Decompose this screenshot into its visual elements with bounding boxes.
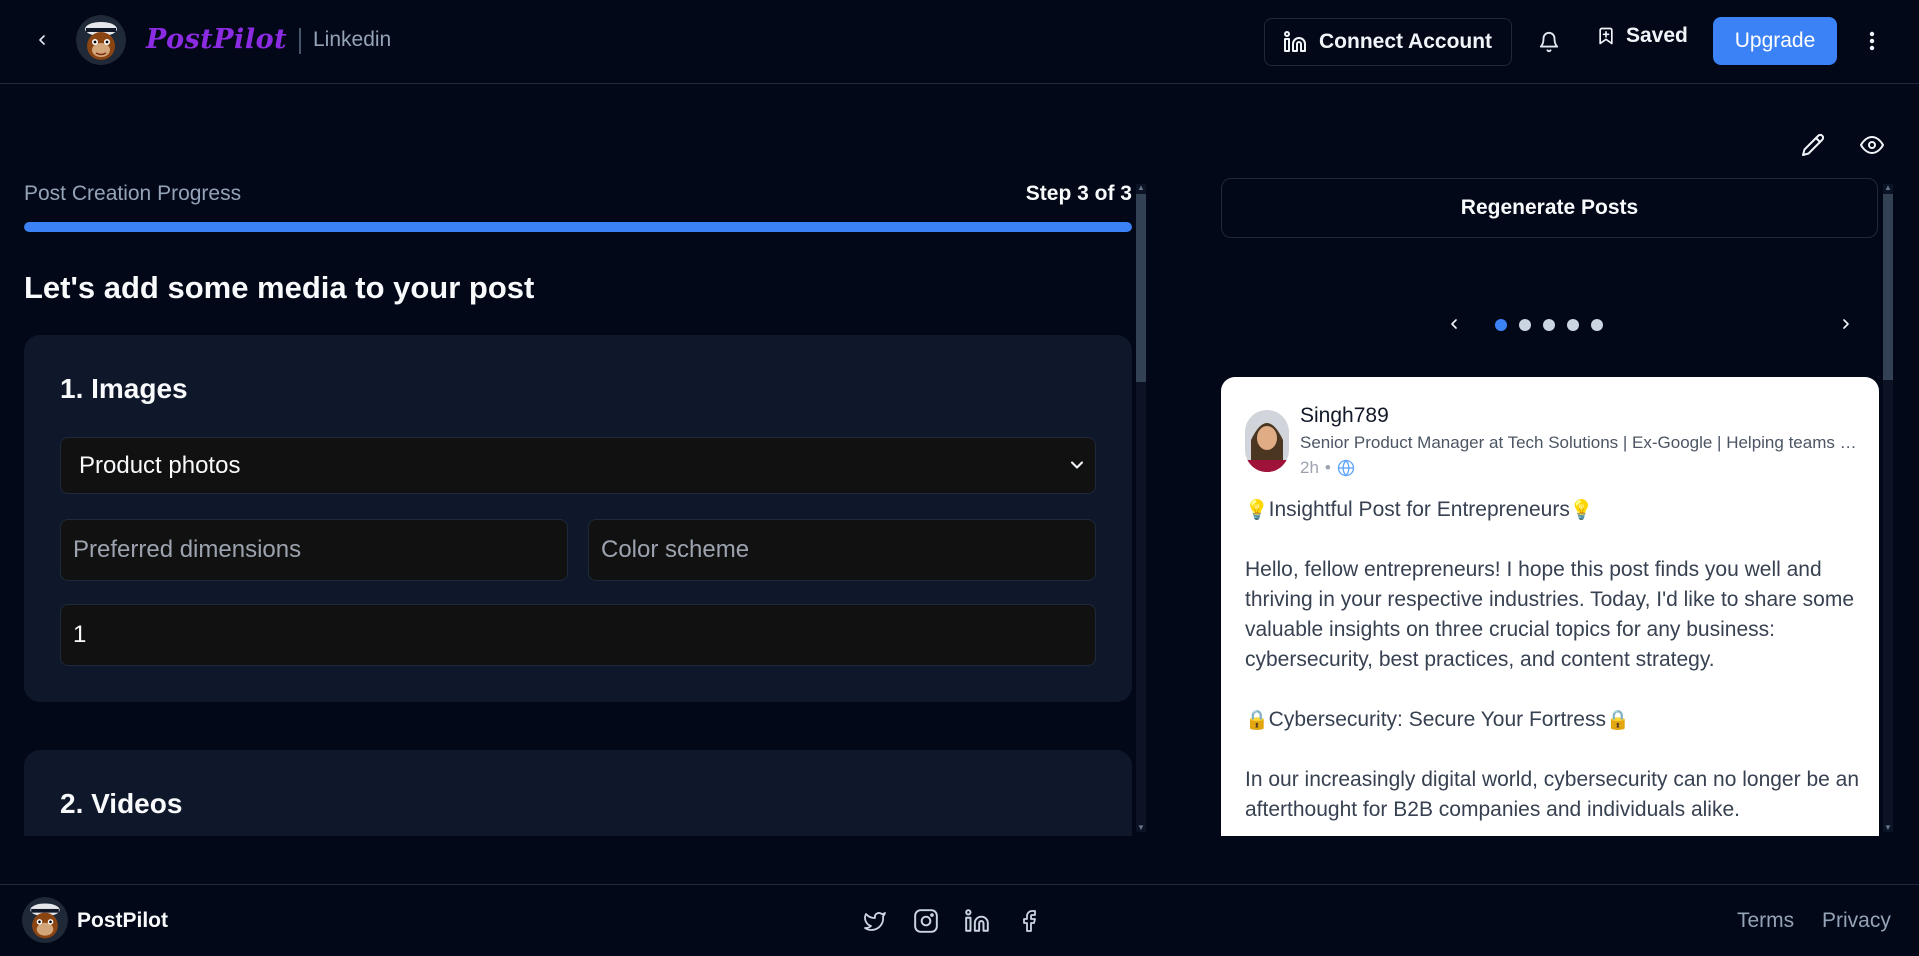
post-body: 💡Insightful Post for Entrepreneurs💡 Hell… [1245, 495, 1860, 836]
carousel-dot[interactable] [1519, 319, 1531, 331]
upgrade-button[interactable]: Upgrade [1713, 17, 1837, 65]
saved-button[interactable]: Saved [1596, 24, 1688, 48]
regenerate-posts-button[interactable]: Regenerate Posts [1221, 178, 1878, 238]
image-type-value: Product photos [79, 451, 241, 479]
connect-account-button[interactable]: Connect Account [1264, 18, 1512, 66]
privacy-link[interactable]: Privacy [1822, 909, 1891, 933]
globe-icon [1337, 459, 1355, 477]
carousel-dots [1495, 319, 1603, 331]
preview-button[interactable] [1857, 130, 1887, 160]
brand-divider [299, 28, 301, 54]
author-name: Singh789 [1300, 404, 1389, 427]
scroll-down-arrow[interactable]: ▼ [1883, 824, 1893, 832]
linkedin-icon [965, 909, 989, 932]
right-scrollbar[interactable]: ▲ ▼ [1883, 184, 1893, 832]
page-title: Let's add some media to your post [24, 270, 535, 305]
preferred-dimensions-input[interactable] [60, 519, 568, 581]
post-section-text: In our increasingly digital world, cyber… [1245, 768, 1859, 821]
lock-icon: 🔒 [1605, 709, 1630, 731]
back-button[interactable] [30, 28, 54, 52]
brand-name: PostPilot [146, 24, 288, 55]
more-vertical-icon [1869, 31, 1875, 51]
instagram-icon [914, 909, 938, 933]
post-title-line: 💡Insightful Post for Entrepreneurs💡 [1245, 495, 1860, 525]
carousel-dot[interactable] [1591, 319, 1603, 331]
post-intro: Hello, fellow entrepreneurs! I hope this… [1245, 558, 1855, 671]
footer: PostPilot Terms Privacy [0, 884, 1919, 956]
twitter-link[interactable] [861, 907, 889, 935]
more-options-button[interactable] [1860, 25, 1884, 57]
app-logo[interactable] [76, 15, 126, 65]
carousel-next-button[interactable] [1836, 314, 1856, 334]
edit-button[interactable] [1798, 130, 1828, 160]
left-scrollbar[interactable]: ▲ ▼ [1136, 184, 1146, 832]
color-scheme-input[interactable] [588, 519, 1096, 581]
author-headline: Senior Product Manager at Tech Solutions… [1300, 433, 1860, 452]
bookmark-plus-icon [1599, 27, 1613, 45]
right-scroll-thumb[interactable] [1883, 194, 1893, 380]
linkedin-icon [1284, 31, 1306, 52]
chevron-right-icon [1843, 319, 1849, 329]
bell-icon [1539, 32, 1559, 53]
post-section-title-text: Cybersecurity: Secure Your Fortress [1268, 708, 1606, 731]
linkedin-link[interactable] [963, 907, 991, 935]
meta-separator: • [1324, 458, 1331, 477]
carousel-dot[interactable] [1495, 319, 1507, 331]
chevron-down-icon [1070, 461, 1084, 469]
carousel-prev-button[interactable] [1444, 314, 1464, 334]
top-header: PostPilot Linkedin Connect Account Saved… [0, 0, 1919, 84]
post-section-title: 🔒Cybersecurity: Secure Your Fortress🔒 [1245, 705, 1860, 735]
facebook-icon [1023, 910, 1036, 932]
left-scroll-thumb[interactable] [1136, 194, 1146, 382]
progress-bar-fill [24, 222, 1132, 232]
scroll-down-arrow[interactable]: ▼ [1136, 824, 1146, 832]
images-heading: 1. Images [60, 373, 188, 404]
images-card: 1. Images Product photos [24, 335, 1132, 702]
videos-heading: 2. Videos [60, 788, 183, 819]
notifications-button[interactable] [1533, 26, 1565, 58]
post-creation-panel: Post Creation Progress Step 3 of 3 Let's… [0, 176, 1150, 836]
platform-label: Linkedin [313, 28, 392, 51]
twitter-icon [864, 912, 886, 931]
post-preview-panel: Regenerate Posts Singh789 Senior Product… [1200, 176, 1919, 836]
instagram-link[interactable] [912, 907, 940, 935]
post-meta: 2h • [1300, 458, 1355, 478]
pencil-icon [1802, 133, 1825, 156]
videos-card: 2. Videos [24, 750, 1132, 836]
scroll-up-arrow[interactable]: ▲ [1883, 184, 1893, 192]
saved-label: Saved [1626, 24, 1688, 47]
linkedin-post-preview: Singh789 Senior Product Manager at Tech … [1221, 377, 1879, 836]
step-indicator: Step 3 of 3 [1025, 182, 1132, 205]
carousel-dot[interactable] [1543, 319, 1555, 331]
scroll-up-arrow[interactable]: ▲ [1136, 184, 1146, 192]
chevron-left-icon [39, 35, 45, 45]
lightbulb-icon: 💡 [1569, 499, 1594, 521]
carousel-dot[interactable] [1567, 319, 1579, 331]
footer-brand: PostPilot [77, 909, 169, 932]
terms-link[interactable]: Terms [1737, 909, 1794, 933]
facebook-link[interactable] [1015, 907, 1043, 935]
progress-label: Post Creation Progress [24, 182, 242, 205]
footer-logo[interactable] [22, 897, 68, 943]
connect-account-label: Connect Account [1319, 30, 1493, 53]
lightbulb-icon: 💡 [1245, 499, 1269, 521]
post-title-text: Insightful Post for Entrepreneurs [1268, 498, 1570, 521]
eye-icon [1860, 136, 1884, 154]
chevron-left-icon [1451, 319, 1457, 329]
author-avatar [1245, 410, 1289, 472]
image-count-input[interactable] [60, 604, 1096, 666]
image-type-select[interactable]: Product photos [60, 437, 1096, 494]
post-time: 2h [1300, 458, 1319, 477]
progress-bar [24, 222, 1132, 232]
lock-icon: 🔒 [1245, 709, 1269, 731]
